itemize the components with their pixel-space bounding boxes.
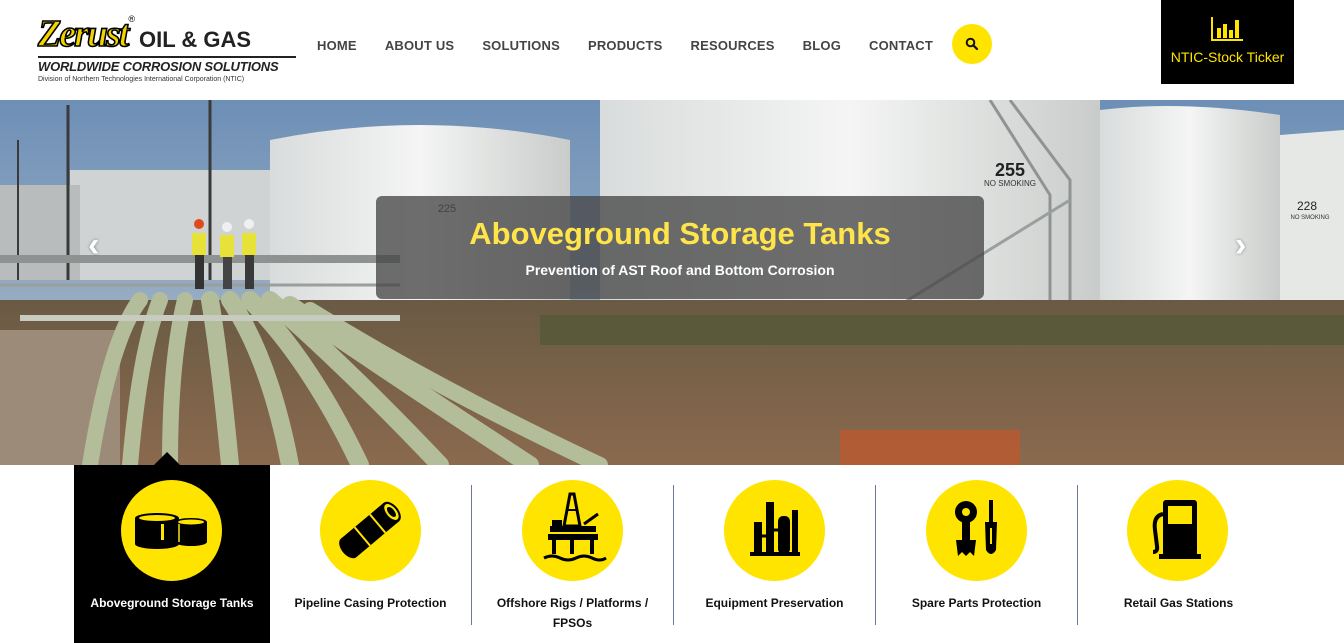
logo-brand: Zerust [37,13,130,55]
stock-ticker-button[interactable]: NTIC-Stock Ticker [1161,0,1294,84]
search-button[interactable] [952,24,992,64]
nav-products[interactable]: PRODUCTS [588,38,663,53]
carousel-next-button[interactable]: › [1235,228,1259,262]
category-icon-circle [522,480,623,581]
category-offshore-rigs[interactable]: Offshore Rigs / Platforms / FPSOs [472,465,673,643]
logo-subline: Division of Northern Technologies Intern… [38,76,245,83]
logo-registered-mark: ® [128,14,135,24]
active-category-pointer [154,452,180,465]
tank-warning-label: NO SMOKING [984,179,1036,188]
tank-number-228: 228 [1297,199,1317,213]
category-label: Aboveground Storage Tanks [90,596,254,610]
category-label: Equipment Preservation [705,596,844,610]
main-nav: HOME ABOUT US SOLUTIONS PRODUCTS RESOURC… [317,38,961,53]
category-label: Pipeline Casing Protection [294,596,447,610]
solutions-category-bar: Aboveground Storage Tanks Pipeline Casin… [74,465,1280,643]
category-spare-parts-protection[interactable]: Spare Parts Protection [876,465,1077,643]
chevron-right-icon: › [1235,226,1247,264]
category-icon-circle [121,480,222,581]
category-label: Spare Parts Protection [911,596,1042,610]
logo-tagline: WORLDWIDE CORROSION SOLUTIONS [38,56,296,74]
tools-icon [955,500,997,556]
logo-division: OIL & GAS [139,27,252,52]
offshore-rig-icon [543,492,607,562]
nav-home[interactable]: HOME [317,38,357,53]
bar-chart-icon [1211,17,1243,41]
hero-carousel: 225 255 NO SMOKING 228 NO SMOKING [0,100,1344,465]
chevron-left-icon: ‹ [88,226,100,264]
storage-tank-icon [135,513,207,549]
stock-ticker-label: NTIC-Stock Ticker [1170,49,1285,65]
tank-warning-label-2: NO SMOKING [1290,215,1329,221]
category-equipment-preservation[interactable]: Equipment Preservation [674,465,875,643]
zerust-logo[interactable]: Zerust ® OIL & GAS WORLDWIDE CORROSION S… [37,12,300,88]
pipeline-icon [339,501,401,559]
category-pipeline-casing-protection[interactable]: Pipeline Casing Protection [270,465,471,643]
category-retail-gas-stations[interactable]: Retail Gas Stations [1078,465,1279,643]
nav-blog[interactable]: BLOG [803,38,841,53]
category-label: Retail Gas Stations [1123,596,1234,610]
hero-caption: Aboveground Storage Tanks Prevention of … [376,196,984,299]
gas-pump-icon [1152,500,1201,559]
hero-subtitle: Prevention of AST Roof and Bottom Corros… [525,262,835,278]
refinery-icon [750,502,800,556]
nav-resources[interactable]: RESOURCES [691,38,775,53]
nav-solutions[interactable]: SOLUTIONS [482,38,560,53]
tank-number-255: 255 [995,160,1025,180]
category-icon-circle [1127,480,1228,581]
category-icon-circle [724,480,825,581]
hero-title: Aboveground Storage Tanks [469,216,891,251]
search-icon [965,37,979,51]
nav-about-us[interactable]: ABOUT US [385,38,455,53]
category-label: Offshore Rigs / Platforms / FPSOs [496,596,649,630]
category-icon-circle [320,480,421,581]
nav-contact[interactable]: CONTACT [869,38,933,53]
category-aboveground-storage-tanks[interactable]: Aboveground Storage Tanks [74,465,270,643]
site-header: Zerust ® OIL & GAS WORLDWIDE CORROSION S… [0,0,1344,100]
category-icon-circle [926,480,1027,581]
carousel-prev-button[interactable]: ‹ [88,228,112,262]
